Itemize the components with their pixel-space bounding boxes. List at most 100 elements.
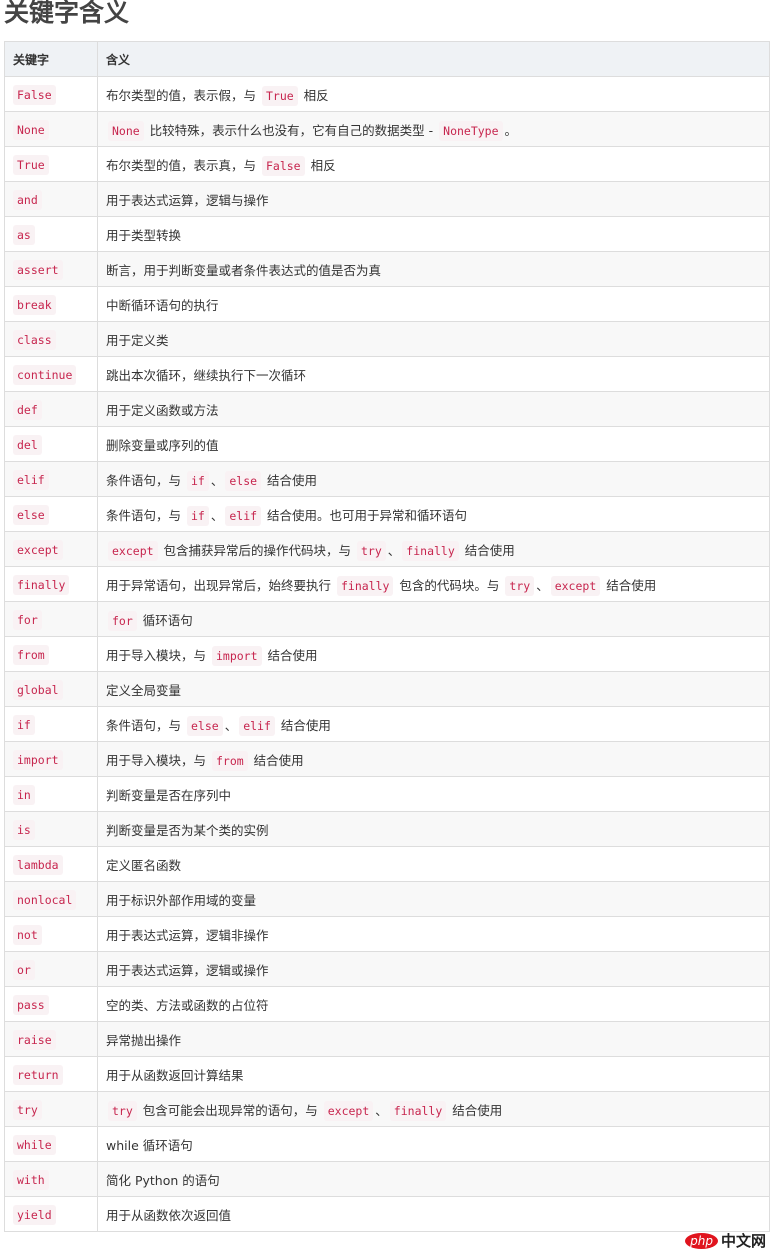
keyword-code: as — [13, 224, 35, 245]
meaning-text: 、 — [210, 472, 224, 488]
table-row: is 判断变量是否为某个类的实例 — [4, 811, 770, 847]
table-row: continue 跳出本次循环，继续执行下一次循环 — [4, 356, 770, 392]
keyword-cell: return — [4, 1056, 98, 1092]
meaning-cell: 删除变量或序列的值 — [97, 426, 770, 462]
meaning-text: 包含的代码块。与 — [395, 577, 504, 593]
table-row: for for 循环语句 — [4, 601, 770, 637]
inline-code: try — [357, 540, 386, 561]
keyword-code: False — [13, 84, 56, 105]
keyword-cell: raise — [4, 1021, 98, 1057]
meaning-text: 结合使用 — [448, 1102, 503, 1118]
inline-code: except — [323, 1100, 374, 1121]
meaning-text: 布尔类型的值，表示真，与 — [106, 157, 260, 173]
keyword-cell: False — [4, 76, 98, 112]
meaning-text: 结合使用 — [263, 647, 318, 663]
meaning-cell: 跳出本次循环，继续执行下一次循环 — [97, 356, 770, 392]
keyword-cell: except — [4, 531, 98, 567]
keyword-cell: or — [4, 951, 98, 987]
keyword-code: lambda — [13, 854, 63, 875]
meaning-text: 删除变量或序列的值 — [106, 437, 219, 453]
inline-code: for — [108, 610, 137, 631]
meaning-text: while 循环语句 — [106, 1137, 193, 1153]
meaning-text: 跳出本次循环，继续执行下一次循环 — [106, 367, 307, 383]
keyword-cell: def — [4, 391, 98, 427]
keyword-code: try — [13, 1099, 42, 1120]
meaning-text: 、 — [224, 717, 238, 733]
keyword-cell: elif — [4, 461, 98, 497]
meaning-cell: 异常抛出操作 — [97, 1021, 770, 1057]
meaning-cell: 断言，用于判断变量或者条件表达式的值是否为真 — [97, 251, 770, 287]
meaning-cell: 条件语句，与 if、 elif 结合使用。也可用于异常和循环语句 — [97, 496, 770, 532]
meaning-text: 定义匿名函数 — [106, 857, 182, 873]
header-meaning: 含义 — [97, 41, 770, 77]
meaning-text: 中断循环语句的执行 — [106, 297, 219, 313]
keyword-cell: class — [4, 321, 98, 357]
meaning-text: 用于表达式运算，逻辑与操作 — [106, 192, 269, 208]
inline-code: if — [186, 505, 209, 526]
meaning-text: 判断变量是否在序列中 — [106, 787, 232, 803]
table-row: else 条件语句，与 if、 elif 结合使用。也可用于异常和循环语句 — [4, 496, 770, 532]
keyword-code: with — [13, 1169, 49, 1190]
meaning-cell: 用于定义类 — [97, 321, 770, 357]
meaning-text: 用于导入模块，与 — [106, 752, 210, 768]
keyword-code: in — [13, 784, 35, 805]
meaning-text: 用于从函数依次返回值 — [106, 1207, 232, 1223]
meaning-text: 。 — [504, 122, 518, 138]
inline-code: finally — [336, 575, 394, 596]
meaning-text: 包含捕获异常后的操作代码块，与 — [159, 542, 355, 558]
inline-code: except — [550, 575, 601, 596]
meaning-cell: for 循环语句 — [97, 601, 770, 637]
keyword-cell: finally — [4, 566, 98, 602]
meaning-text: 用于表达式运算，逻辑或操作 — [106, 962, 269, 978]
table-row: while while 循环语句 — [4, 1126, 770, 1162]
meaning-cell: 用于导入模块，与 from 结合使用 — [97, 741, 770, 777]
meaning-text: 简化 Python 的语句 — [106, 1172, 220, 1188]
meaning-cell: None 比较特殊，表示什么也没有，它有自己的数据类型 - NoneType。 — [97, 111, 770, 147]
inline-code: finally — [402, 540, 459, 561]
keyword-cell: import — [4, 741, 98, 777]
keyword-code: finally — [13, 574, 70, 595]
meaning-cell: 空的类、方法或函数的占位符 — [97, 986, 770, 1022]
table-row: if 条件语句，与 else、 elif 结合使用 — [4, 706, 770, 742]
keyword-code: del — [13, 434, 42, 455]
meaning-text: 结合使用 — [602, 577, 657, 593]
php-logo-icon: php — [685, 1232, 718, 1249]
table-row: try try 包含可能会出现异常的语句，与 except、 finally 结合使… — [4, 1091, 770, 1127]
keyword-cell: yield — [4, 1196, 98, 1232]
meaning-text: 循环语句 — [138, 612, 193, 628]
keyword-cell: None — [4, 111, 98, 147]
keyword-cell: nonlocal — [4, 881, 98, 917]
inline-code: from — [211, 750, 248, 771]
meaning-cell: try 包含可能会出现异常的语句，与 except、 finally 结合使用 — [97, 1091, 770, 1127]
php-cn-logo: php 中文网 — [685, 1230, 766, 1251]
meaning-text: 、 — [210, 507, 224, 523]
table-row: in 判断变量是否在序列中 — [4, 776, 770, 812]
meaning-cell: 用于异常语句，出现异常后，始终要执行 finally 包含的代码块。与 try、… — [97, 566, 770, 602]
table-row: nonlocal 用于标识外部作用域的变量 — [4, 881, 770, 917]
meaning-cell: while 循环语句 — [97, 1126, 770, 1162]
meaning-text: 结合使用。也可用于异常和循环语句 — [263, 507, 468, 523]
table-row: True 布尔类型的值，表示真，与 False 相反 — [4, 146, 770, 182]
table-row: import 用于导入模块，与 from 结合使用 — [4, 741, 770, 777]
keyword-code: nonlocal — [13, 889, 77, 910]
table-row: except except 包含捕获异常后的操作代码块，与 try、 finally… — [4, 531, 770, 567]
meaning-text: 用于定义类 — [106, 332, 169, 348]
keyword-cell: for — [4, 601, 98, 637]
meaning-text: 异常抛出操作 — [106, 1032, 182, 1048]
inline-code: elif — [225, 505, 262, 526]
table-row: None None 比较特殊，表示什么也没有，它有自己的数据类型 - NoneTy… — [4, 111, 770, 147]
keyword-code: None — [13, 119, 49, 140]
keyword-cell: del — [4, 426, 98, 462]
keyword-cell: in — [4, 776, 98, 812]
keyword-code: else — [13, 504, 49, 525]
meaning-text: 比较特殊，表示什么也没有，它有自己的数据类型 - — [145, 122, 438, 138]
meaning-text: 用于类型转换 — [106, 227, 182, 243]
meaning-text: 条件语句，与 — [106, 507, 185, 523]
meaning-text: 包含可能会出现异常的语句，与 — [138, 1102, 322, 1118]
meaning-cell: 判断变量是否为某个类的实例 — [97, 811, 770, 847]
keyword-cell: from — [4, 636, 98, 672]
inline-code: import — [211, 645, 262, 666]
keyword-cell: try — [4, 1091, 98, 1127]
meaning-text: 相反 — [299, 87, 329, 103]
table-header-row: 关键字 含义 — [4, 41, 770, 77]
